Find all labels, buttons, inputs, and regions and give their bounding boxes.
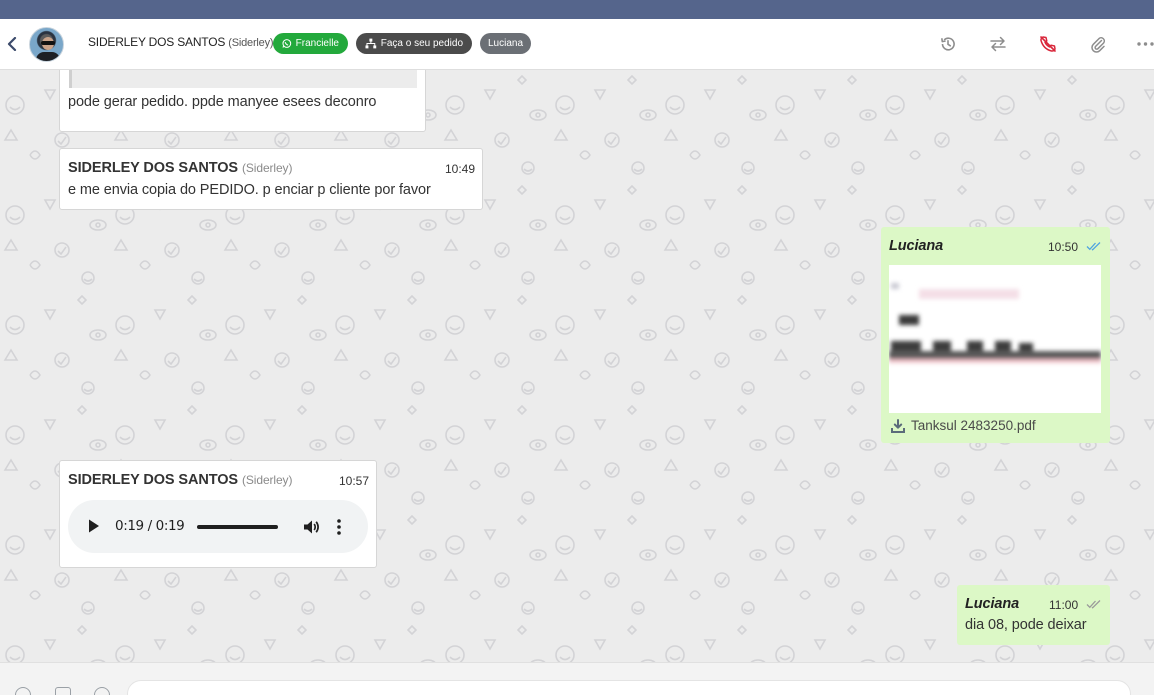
message-outgoing[interactable]: Luciana 10:50 Tanksul 2483250.pdf [881,227,1110,443]
history-button[interactable] [937,33,959,55]
tag-francielle[interactable]: Francielle [273,33,348,54]
message-sender: SIDERLEY DOS SANTOS (Siderley) [68,160,292,176]
download-icon [891,418,905,433]
sitemap-icon [365,38,377,49]
message-time: 10:49 [445,162,476,176]
pdf-download-link[interactable]: Tanksul 2483250.pdf [891,418,1036,433]
message-incoming[interactable]: SIDERLEY DOS SANTOS (Siderley) 10:57 0:19… [59,460,377,568]
tag-label: Faça o seu pedido [380,38,463,49]
contact-name-text: SIDERLEY DOS SANTOS [88,35,226,49]
chevron-left-icon [7,37,17,51]
message-incoming[interactable]: pode gerar pedido. ppde manyee esees dec… [59,70,426,132]
pdf-filename: Tanksul 2483250.pdf [911,418,1036,433]
message-text: e me envia copia do PEDIDO. p enciar p c… [68,182,431,198]
message-time: 10:57 [339,474,370,488]
message-time: 11:00 [1049,598,1079,612]
attach-icon [1091,37,1106,53]
audio-progress-track[interactable] [197,525,278,529]
tag-faca-o-seu-pedido[interactable]: Faça o seu pedido [356,33,472,54]
double-check-delivered-icon [1086,600,1101,609]
sender-name: SIDERLEY DOS SANTOS [68,472,238,488]
message-text: pode gerar pedido. ppde manyee esees dec… [68,94,377,110]
contact-name: SIDERLEY DOS SANTOS (Siderley) [88,35,274,49]
tag-label: Francielle [295,38,339,49]
play-icon[interactable] [87,518,101,534]
end-call-icon [1040,36,1056,52]
signature-icon[interactable] [94,687,110,695]
transfer-icon [990,36,1006,52]
attach-button[interactable] [1087,33,1109,55]
more-button[interactable] [1136,33,1154,55]
window-top-bar [0,0,1154,19]
message-time: 10:50 [1048,240,1079,254]
sender-alias: (Siderley) [242,473,293,487]
message-incoming[interactable]: SIDERLEY DOS SANTOS (Siderley) 10:49 e me… [59,148,483,210]
message-input[interactable] [127,680,1131,695]
message-sender: Luciana [965,596,1020,612]
quick-reply-icon[interactable] [55,687,71,695]
volume-icon[interactable] [301,517,321,537]
more-icon [1137,42,1154,46]
whatsapp-icon [282,39,292,48]
pdf-preview[interactable] [889,265,1101,413]
contact-alias: (Siderley) [228,37,274,49]
pdf-preview-image [889,265,1101,413]
history-icon [941,37,955,51]
sender-alias: (Siderley) [242,161,293,175]
message-list[interactable]: pode gerar pedido. ppde manyee esees dec… [0,70,1154,662]
double-check-read-icon [1086,242,1101,251]
chat-header: SIDERLEY DOS SANTOS (Siderley) Franciell… [0,19,1154,70]
message-outgoing[interactable]: Luciana 11:00 dia 08, pode deixar [957,585,1110,645]
composer [0,662,1154,695]
sender-name: SIDERLEY DOS SANTOS [68,160,238,176]
more-vertical-icon[interactable] [336,517,342,537]
avatar[interactable] [29,27,64,62]
quoted-message[interactable] [69,70,417,88]
end-call-button[interactable] [1037,33,1059,55]
back-button[interactable] [4,34,20,54]
tag-label: Luciana [487,38,524,49]
message-sender: SIDERLEY DOS SANTOS (Siderley) [68,472,292,488]
emoji-icon[interactable] [15,687,31,695]
tag-luciana[interactable]: Luciana [480,33,531,54]
audio-time: 0:19 / 0:19 [115,518,185,534]
message-text: dia 08, pode deixar [965,617,1087,633]
message-sender: Luciana [889,238,944,254]
audio-player[interactable]: 0:19 / 0:19 [68,500,368,553]
transfer-button[interactable] [987,33,1009,55]
